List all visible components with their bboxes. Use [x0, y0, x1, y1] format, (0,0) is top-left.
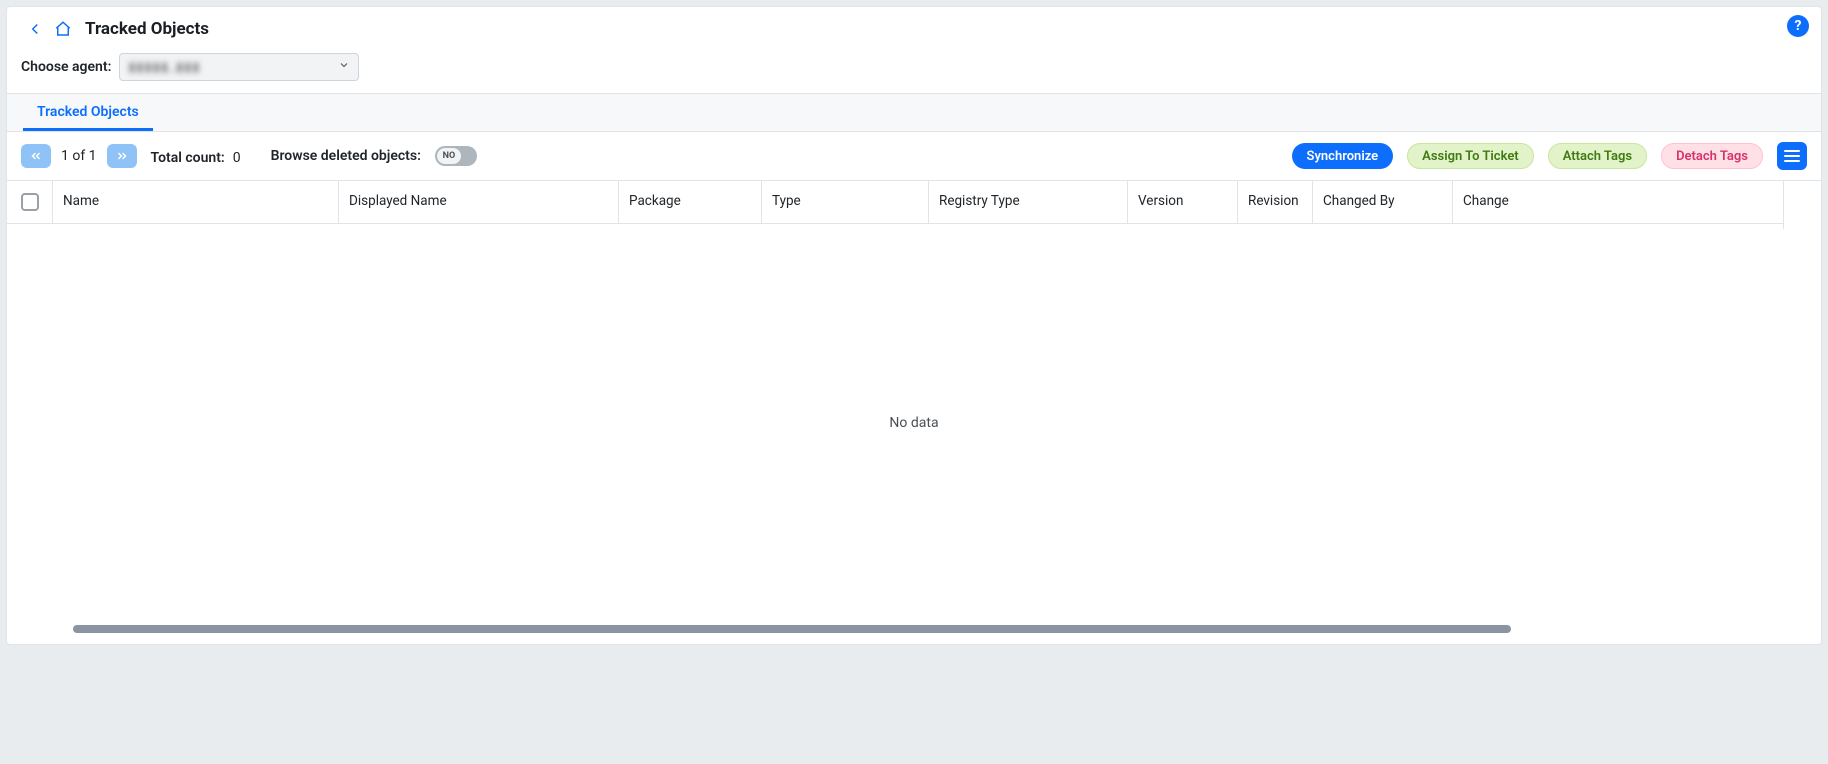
back-button[interactable] — [21, 15, 49, 43]
tab-tracked-objects[interactable]: Tracked Objects — [23, 94, 153, 131]
detach-tags-button[interactable]: Detach Tags — [1661, 143, 1763, 169]
pager-text: 1 of 1 — [57, 148, 101, 164]
column-changed-by[interactable]: Changed By — [1313, 181, 1453, 223]
toolbar: 1 of 1 Total count: 0 Browse deleted obj… — [7, 132, 1821, 181]
agent-selected-value: ▮▮▮▮▮_▮▮▮ — [128, 60, 200, 75]
pager-next-button[interactable] — [107, 144, 137, 168]
toggle-knob: NO — [437, 148, 461, 164]
toggle-text: NO — [443, 151, 456, 161]
table-header-row: Name Displayed Name Package Type Registr… — [7, 181, 1821, 224]
select-all-cell — [7, 181, 53, 223]
column-revision[interactable]: Revision — [1238, 181, 1313, 223]
horizontal-scrollbar-track[interactable] — [21, 622, 1807, 636]
no-data-text: No data — [889, 415, 938, 431]
home-button[interactable] — [49, 15, 77, 43]
table: Name Displayed Name Package Type Registr… — [7, 181, 1821, 636]
browse-deleted-label: Browse deleted objects: — [271, 148, 421, 164]
chevron-left-icon — [26, 20, 44, 38]
total-count: Total count: 0 — [151, 147, 241, 166]
help-icon: ? — [1795, 18, 1802, 34]
home-icon — [54, 20, 72, 38]
header: Tracked Objects ? — [7, 7, 1821, 47]
double-chevron-right-icon — [115, 149, 129, 163]
column-displayed-name[interactable]: Displayed Name — [339, 181, 619, 223]
agent-chooser-row: Choose agent: ▮▮▮▮▮_▮▮▮ — [7, 47, 1821, 93]
agent-select[interactable]: ▮▮▮▮▮_▮▮▮ — [119, 53, 359, 81]
assign-to-ticket-button[interactable]: Assign To Ticket — [1407, 143, 1534, 169]
page-title: Tracked Objects — [85, 19, 209, 39]
attach-tags-button[interactable]: Attach Tags — [1548, 143, 1647, 169]
column-version[interactable]: Version — [1128, 181, 1238, 223]
table-menu-button[interactable] — [1777, 142, 1807, 170]
hamburger-icon — [1784, 150, 1800, 162]
synchronize-button[interactable]: Synchronize — [1292, 143, 1394, 169]
pager-prev-button[interactable] — [21, 144, 51, 168]
column-type[interactable]: Type — [762, 181, 929, 223]
double-chevron-left-icon — [29, 149, 43, 163]
column-package[interactable]: Package — [619, 181, 762, 223]
browse-deleted-toggle[interactable]: NO — [435, 146, 477, 166]
horizontal-scrollbar-thumb[interactable] — [73, 625, 1511, 633]
select-all-checkbox[interactable] — [21, 193, 39, 211]
table-right-edge — [1783, 181, 1821, 229]
chevron-down-icon — [338, 59, 350, 75]
pager: 1 of 1 — [21, 144, 137, 168]
choose-agent-label: Choose agent: — [21, 59, 111, 75]
column-name[interactable]: Name — [53, 181, 339, 223]
tabs-bar: Tracked Objects — [7, 93, 1821, 132]
help-button[interactable]: ? — [1787, 15, 1809, 37]
total-count-label: Total count: — [151, 150, 225, 166]
table-empty-state: No data — [7, 224, 1821, 622]
total-count-value: 0 — [233, 150, 241, 166]
column-registry-type[interactable]: Registry Type — [929, 181, 1128, 223]
column-changed[interactable]: Change — [1453, 181, 1573, 223]
